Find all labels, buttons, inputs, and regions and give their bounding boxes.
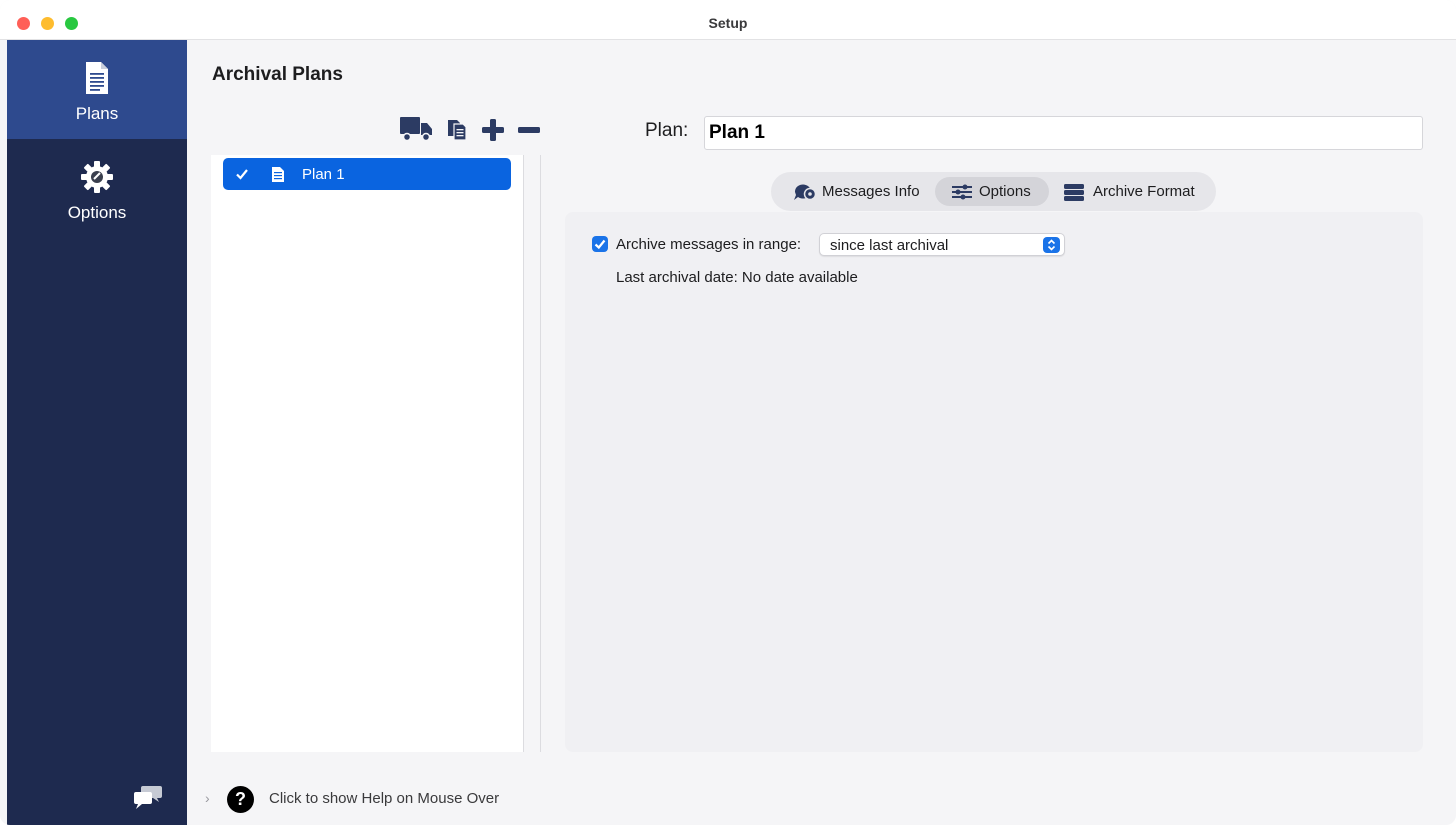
tab-options[interactable]: Options: [935, 177, 1049, 206]
gear-icon: [81, 161, 113, 193]
plan-list: Plan 1: [211, 155, 524, 752]
tab-label: Messages Info: [822, 183, 920, 200]
page-title: Archival Plans: [212, 64, 343, 85]
tab-label: Options: [979, 183, 1031, 200]
copy-icon[interactable]: [445, 118, 469, 142]
sidebar-item-plans[interactable]: Plans: [7, 40, 187, 139]
plan-name-label: Plan:: [645, 120, 689, 141]
document-icon: [86, 62, 108, 94]
options-panel: Archive messages in range: since last ar…: [565, 212, 1423, 752]
sidebar-item-label: Plans: [75, 104, 119, 123]
sidebar-item-label: Options: [67, 203, 127, 222]
select-arrows-icon: [1043, 237, 1060, 253]
title-bar: Setup: [0, 0, 1456, 40]
checkbox-checked-icon[interactable]: [235, 167, 249, 181]
setup-window: Setup Plans Options Archival Plans Plan …: [0, 0, 1456, 825]
help-icon[interactable]: ?: [227, 786, 254, 813]
tab-label: Archive Format: [1093, 183, 1195, 200]
checkmark-icon: [594, 239, 606, 250]
plan-name: Plan 1: [302, 166, 345, 183]
truck-icon[interactable]: [399, 114, 433, 142]
sidebar: Plans Options: [7, 40, 187, 825]
archive-range-select[interactable]: since last archival: [819, 233, 1065, 256]
tab-archive-format[interactable]: Archive Format: [1056, 177, 1206, 206]
window-title: Setup: [708, 15, 748, 31]
list-item[interactable]: Plan 1: [223, 158, 511, 190]
sidebar-item-options[interactable]: Options: [7, 139, 187, 238]
document-icon: [272, 167, 284, 182]
messages-icon: [794, 184, 817, 201]
database-icon: [1064, 184, 1084, 201]
split-view-divider[interactable]: [540, 155, 541, 752]
remove-icon[interactable]: [517, 118, 541, 142]
chevron-right-icon[interactable]: ›: [205, 790, 210, 806]
help-on-mouse-over-link[interactable]: Click to show Help on Mouse Over: [269, 790, 499, 807]
tab-bar: Messages Info Options Archive Format: [771, 172, 1216, 211]
archive-range-value: since last archival: [830, 237, 949, 254]
tab-messages-info[interactable]: Messages Info: [789, 177, 949, 206]
add-icon[interactable]: [481, 118, 505, 142]
last-archival-date: Last archival date: No date available: [616, 269, 858, 286]
sliders-icon: [952, 184, 972, 200]
archive-range-checkbox[interactable]: [592, 236, 608, 252]
chat-bubbles-icon[interactable]: [133, 782, 163, 810]
archive-range-label: Archive messages in range:: [616, 236, 802, 253]
plan-name-field[interactable]: [704, 116, 1423, 150]
